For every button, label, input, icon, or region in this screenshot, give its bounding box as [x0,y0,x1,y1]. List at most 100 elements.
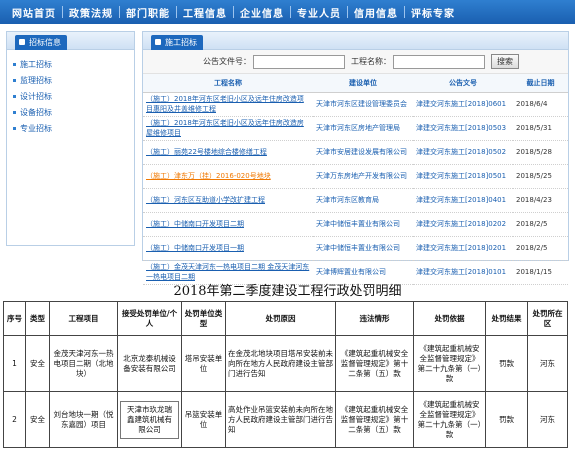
date-cell: 2018/5/25 [513,164,568,189]
pen-header-party-type: 处罚单位类型 [181,301,226,336]
nav-home[interactable]: 网站首页 [6,5,62,20]
pen-header-reason: 处罚原因 [225,301,336,336]
doc-cell: 津建交河东施工[2018]0201 [413,236,513,261]
pen-header-project: 工程项目 [49,301,118,336]
sidebar-item-specialty[interactable]: 专业招标 [13,120,134,136]
nav-credit[interactable]: 信用信息 [348,5,404,20]
owner-cell: 天津中储恒丰置业有限公司 [313,236,413,261]
top-nav: 网站首页 政策法规 部门职能 工程信息 企业信息 专业人员 信用信息 评标专家 [0,0,575,24]
project-link[interactable]: （施工）丽苑22号楼地综合楼修缮工程 [146,148,267,156]
project-link[interactable]: （施工）中储南口开发项目一期 [146,244,244,252]
bullet-icon [13,62,16,66]
date-cell: 2018/6/4 [513,92,568,117]
main-header: 施工招标 [143,32,568,50]
bullet-icon [13,126,16,130]
sidebar-item-equipment[interactable]: 设备招标 [13,104,134,120]
project-link[interactable]: （施工）中储南口开发项目二期 [146,220,244,228]
date-cell: 2018/5/31 [513,116,568,141]
bullet-icon [13,94,16,98]
penalty-table: 序号 类型 工程项目 接受处罚单位/个人 处罚单位类型 处罚原因 违法情形 处罚… [3,301,568,448]
pen-cell-reason: 高处作业吊篮安装前未向所在地方人民政府建设主管部门进行告知 [225,391,336,448]
table-row: （施工）河东区互助道小学改扩建工程 天津市河东区教育局 津建交河东施工[2018… [143,188,568,213]
tender-table: 工程名称 建设单位 公告文号 截止日期 （施工）2018年河东区老旧小区及远年住… [143,74,568,285]
pen-cell-party: 天津市玖龙瑞鑫建筑机械有限公司 [120,400,179,439]
pen-header-type: 类型 [25,301,50,336]
pen-cell-type: 安全 [25,391,50,448]
sidebar-item-construction[interactable]: 施工招标 [13,56,134,72]
pen-cell-party-type: 吊篮安装单位 [181,391,226,448]
nav-departments[interactable]: 部门职能 [120,5,176,20]
pen-header-result: 处罚结果 [485,301,528,336]
sidebar-item-supervision[interactable]: 监理招标 [13,72,134,88]
document-icon [19,39,25,45]
owner-cell: 天津中储恒丰置业有限公司 [313,212,413,237]
search-bar: 公告文件号： 工程名称： 搜索 [143,50,568,74]
pen-cell-party-type: 塔吊安装单位 [181,335,226,392]
pen-cell-violation: 《建筑起重机械安全监督管理规定》第十二条第（五）款 [335,335,414,392]
date-cell: 2018/4/23 [513,188,568,213]
col-header-title: 工程名称 [143,74,313,93]
doc-cell: 津建交河东施工[2018]0601 [413,92,513,117]
sidebar-item-label: 设备招标 [20,107,52,117]
nav-policy[interactable]: 政策法规 [63,5,119,20]
table-row: （施工）丽苑22号楼地综合楼修缮工程 天津市安居建设发展有限公司 津建交河东施工… [143,140,568,165]
sidebar-item-design[interactable]: 设计招标 [13,88,134,104]
pen-cell-project: 刘台地块一期（悦东嘉园）项目 [49,391,118,448]
sidebar-item-label: 设计招标 [20,91,52,101]
owner-cell: 天津市河东区房地产管理局 [313,116,413,141]
nav-experts[interactable]: 评标专家 [405,5,461,20]
nav-professionals[interactable]: 专业人员 [291,5,347,20]
penalty-row: 1 安全 金茂天津河东一热电项目二期（北地块） 北京龙泰机械设备安装有限公司 塔… [3,335,568,392]
pen-cell-no: 1 [3,335,26,392]
pen-cell-basis: 《建筑起重机械安全监督管理规定》第二十九条第（一）款 [413,335,486,392]
main-panel: 施工招标 公告文件号： 工程名称： 搜索 工程名称 建设单位 公告文号 截止日期… [142,31,569,285]
doc-cell: 津建交河东施工[2018]0202 [413,212,513,237]
doc-no-input[interactable] [253,54,345,69]
project-link[interactable]: （施工）2018年河东区老旧小区及远年住房改造项目惠阳及井盖维修工程 [146,95,304,113]
owner-cell: 天津市河东区教育局 [313,188,413,213]
col-header-date: 截止日期 [513,74,568,93]
project-link[interactable]: （施工）金茂天津河东一热电项目二期 金茂天津河东一热电项目二期 [146,263,309,281]
bullet-icon [13,110,16,114]
pen-cell-result: 罚款 [485,335,528,392]
nav-projects[interactable]: 工程信息 [177,5,233,20]
sidebar-header: 招标信息 [7,32,134,50]
pen-header-district: 处罚所在区 [527,301,568,336]
table-row: （施工）2018年河东区老旧小区及远年住房改造房屋维修项目 天津市河东区房地产管… [143,116,568,141]
search-button[interactable]: 搜索 [491,54,519,69]
table-row: （施工）中储南口开发项目一期 天津中储恒丰置业有限公司 津建交河东施工[2018… [143,236,568,261]
owner-cell: 天津市河东区建设管理委员会 [313,92,413,117]
sidebar-item-label: 监理招标 [20,75,52,85]
table-row: （施工）津东万（挂）2016-020号地块 天津万东房地产开发有限公司 津建交河… [143,164,568,189]
bullet-icon [13,78,16,82]
sidebar-tab-label: 招标信息 [29,38,61,47]
project-link[interactable]: （施工）津东万（挂）2016-020号地块 [146,172,271,180]
pen-cell-violation: 《建筑起重机械安全监督管理规定》第十二条第（五）款 [335,391,414,448]
pen-cell-party: 北京龙泰机械设备安装有限公司 [117,335,182,392]
main-tab[interactable]: 施工招标 [151,35,203,50]
pen-header-violation: 违法情形 [335,301,414,336]
pen-cell-project: 金茂天津河东一热电项目二期（北地块） [49,335,118,392]
doc-cell: 津建交河东施工[2018]0501 [413,164,513,189]
doc-cell: 津建交河东施工[2018]0502 [413,140,513,165]
nav-companies[interactable]: 企业信息 [234,5,290,20]
project-link[interactable]: （施工）2018年河东区老旧小区及远年住房改造房屋维修项目 [146,119,304,137]
sidebar-item-label: 专业招标 [20,123,52,133]
pen-cell-no: 2 [3,391,26,448]
project-link[interactable]: （施工）河东区互助道小学改扩建工程 [146,196,265,204]
pen-cell-basis: 《建筑起重机械安全监督管理规定》第二十九条第（一）款 [413,391,486,448]
date-cell: 2018/2/5 [513,212,568,237]
sidebar-item-label: 施工招标 [20,59,52,69]
pen-header-no: 序号 [3,301,26,336]
pen-cell-district: 河东 [527,335,568,392]
project-name-input[interactable] [393,54,485,69]
owner-cell: 天津市安居建设发展有限公司 [313,140,413,165]
owner-cell: 天津万东房地产开发有限公司 [313,164,413,189]
document-icon [155,39,161,45]
main-tab-label: 施工招标 [165,38,197,47]
date-cell: 2018/2/5 [513,236,568,261]
sidebar-tab[interactable]: 招标信息 [15,35,67,50]
pen-cell-reason: 在金茂北地块项目塔吊安装前未向所在地方人民政府建设主管部门进行告知 [225,335,336,392]
penalty-title: 2018年第二季度建设工程行政处罚明细 [173,284,402,299]
pen-cell-district: 河东 [527,391,568,448]
